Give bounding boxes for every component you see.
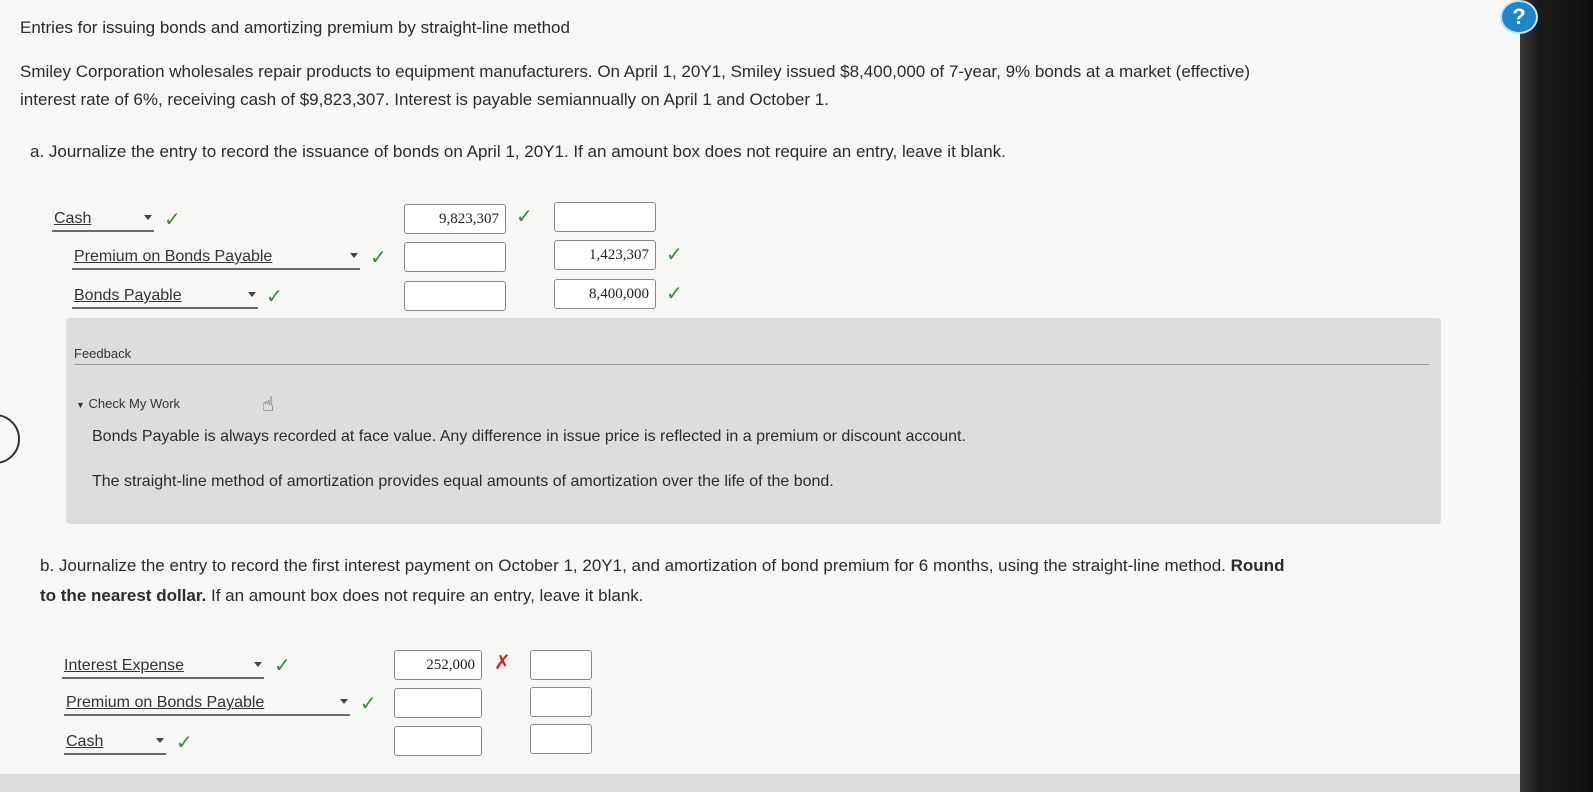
part-b-account-select-2[interactable]: Premium on Bonds Payable: [64, 694, 350, 716]
next-section-edge: [0, 774, 1520, 792]
feedback-text-1: Bonds Payable is always recorded at face…: [92, 428, 966, 445]
part-b-question-text-2: If an amount box does not require an ent…: [206, 586, 644, 605]
part-a-credit-2[interactable]: 1,423,307: [554, 240, 656, 270]
part-b-debit-3[interactable]: [394, 726, 482, 756]
part-b-credit-3[interactable]: [530, 724, 592, 754]
caret-down-icon: [254, 662, 262, 667]
part-a-debit-1[interactable]: 9,823,307: [404, 204, 506, 234]
check-icon: ✓: [360, 693, 377, 715]
part-b-debit-2[interactable]: [394, 688, 482, 718]
caret-down-icon: [144, 215, 152, 220]
problem-description-line2: interest rate of 6%, receiving cash of $…: [20, 90, 829, 109]
part-b-question-line1: b. Journalize the entry to record the fi…: [40, 556, 1284, 576]
check-icon: ✓: [274, 655, 291, 677]
caret-down-icon: [350, 253, 358, 258]
account-label: Interest Expense: [64, 657, 185, 674]
part-a-credit-1[interactable]: [554, 202, 656, 232]
x-icon: ✗: [494, 652, 511, 674]
check-icon: ✓: [370, 247, 387, 269]
check-icon: ✓: [176, 732, 193, 754]
help-circle-icon[interactable]: ?: [1500, 0, 1538, 34]
screen-bezel: [1520, 0, 1593, 792]
feedback-divider: [74, 364, 1429, 365]
part-b-debit-1[interactable]: 252,000: [394, 650, 482, 680]
check-icon: ✓: [164, 209, 181, 231]
check-icon: ✓: [666, 244, 683, 266]
check-icon: ✓: [516, 206, 533, 228]
edge-circle-decoration: [0, 414, 20, 464]
feedback-panel: Feedback ▼ Check My Work ☝ Bonds Payable…: [66, 318, 1441, 524]
part-a-question: a. Journalize the entry to record the is…: [30, 142, 1006, 161]
check-my-work-toggle[interactable]: ▼ Check My Work: [76, 396, 180, 411]
check-icon: ✓: [266, 286, 283, 308]
caret-down-icon: [156, 738, 164, 743]
part-b-question-line2: to the nearest dollar. If an amount box …: [40, 586, 644, 606]
part-a-debit-3[interactable]: [404, 281, 506, 311]
part-a-account-select-2[interactable]: Premium on Bonds Payable: [72, 248, 360, 270]
part-b-account-select-3[interactable]: Cash: [64, 733, 166, 755]
part-a-account-select-3[interactable]: Bonds Payable: [72, 287, 258, 309]
triangle-down-icon: ▼: [76, 400, 85, 410]
part-b-question-text: b. Journalize the entry to record the fi…: [40, 556, 1226, 575]
part-a-debit-2[interactable]: [404, 242, 506, 272]
feedback-text-2: The straight-line method of amortization…: [92, 473, 834, 490]
account-label: Premium on Bonds Payable: [66, 694, 265, 711]
account-label: Cash: [66, 733, 104, 750]
caret-down-icon: [248, 292, 256, 297]
account-label: Bonds Payable: [74, 287, 182, 304]
part-a-account-select-1[interactable]: Cash: [52, 210, 154, 232]
account-label: Premium on Bonds Payable: [74, 248, 273, 265]
assignment-page: Entries for issuing bonds and amortizing…: [0, 0, 1520, 792]
caret-down-icon: [340, 699, 348, 704]
part-b-question-bold: Round: [1230, 556, 1285, 575]
check-icon: ✓: [666, 283, 683, 305]
check-my-work-label: Check My Work: [88, 396, 181, 411]
part-b-credit-2[interactable]: [530, 687, 592, 717]
part-b-question-bold-2: to the nearest dollar.: [40, 586, 207, 605]
account-label: Cash: [54, 210, 92, 227]
part-b-credit-1[interactable]: [530, 650, 592, 680]
part-a-credit-3[interactable]: 8,400,000: [554, 279, 656, 309]
problem-title: Entries for issuing bonds and amortizing…: [20, 18, 570, 37]
hand-pointer-icon: ☝: [262, 394, 275, 416]
problem-description-line1: Smiley Corporation wholesales repair pro…: [20, 62, 1250, 81]
part-b-account-select-1[interactable]: Interest Expense: [62, 657, 264, 679]
feedback-title: Feedback: [74, 346, 132, 361]
